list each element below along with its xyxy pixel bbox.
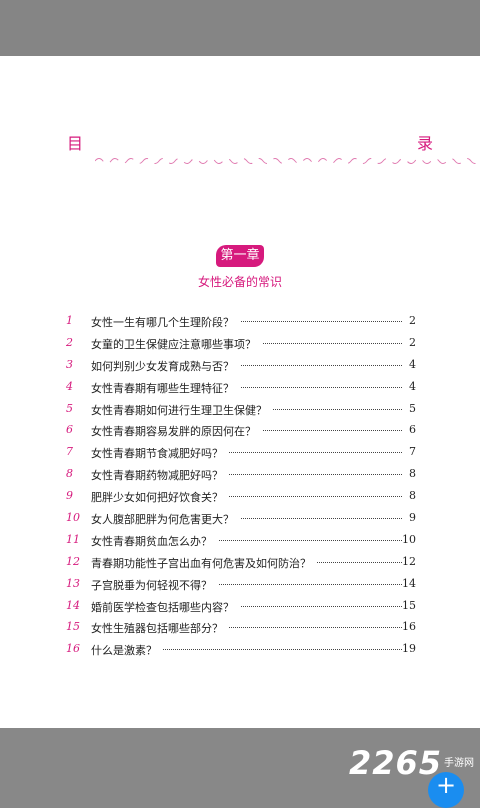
toc-entry-page: 4 — [409, 357, 416, 371]
toc-entry-number: 9 — [66, 489, 73, 503]
toc-entry-title: 女性青春期药物减肥好吗？ — [91, 467, 229, 484]
toc-entry-number: 7 — [66, 445, 73, 459]
toc-entry-title: 子宫脱垂为何轻视不得？ — [91, 576, 218, 593]
toc-entry-page: 7 — [409, 445, 416, 459]
toc-entry[interactable]: 8 女性青春期药物减肥好吗？ 8 — [66, 465, 416, 487]
toc-entry-title: 女性青春期如何进行生理卫生保健？ — [91, 401, 273, 418]
toc-entry-number: 10 — [66, 511, 80, 525]
toc-entry-number: 13 — [66, 576, 80, 590]
toc-entry-page: 2 — [409, 335, 416, 349]
toc-entry-number: 1 — [66, 314, 73, 327]
toc-entry-title: 女性青春期贫血怎么办？ — [91, 532, 218, 549]
toc-entry-number: 12 — [66, 554, 80, 568]
toc-entry-title: 女性生殖器包括哪些部分？ — [91, 620, 229, 637]
toc-entry-page: 9 — [409, 511, 416, 525]
toc-entry-number: 8 — [66, 467, 73, 481]
chapter-badge: 第一章 — [216, 245, 264, 267]
toc-entry-title: 女人腹部肥胖为何危害更大？ — [91, 511, 240, 528]
toc-entry[interactable]: 14 婚前医学检查包括哪些内容？ 15 — [66, 597, 416, 619]
chapter-subtitle: 女性必备的常识 — [197, 275, 282, 289]
toc-entry-page: 14 — [402, 576, 416, 590]
toc-entry-number: 14 — [66, 598, 80, 612]
toc-entry[interactable]: 6 女性青春期容易发胖的原因何在？ 6 — [66, 421, 416, 443]
plus-icon: + — [435, 771, 457, 799]
toc-entry-title: 肥胖少女如何把好饮食关？ — [91, 489, 229, 506]
book-page: 目 录 第一章 女性必备的常识 1 女性一生有哪几个生理阶段？ 2 2 女童的卫生保健应… — [0, 56, 480, 747]
toc-entry-page: 2 — [409, 314, 416, 327]
toc-heading: 目 录 — [67, 130, 433, 154]
toc-entry-title: 女性一生有哪几个生理阶段？ — [91, 314, 240, 330]
toc-entry-number: 16 — [66, 642, 80, 656]
toc-entry-number: 4 — [66, 379, 73, 393]
toc-list: 1 女性一生有哪几个生理阶段？ 2 2 女童的卫生保健应注意哪些事项？ 2 3 如何判别少女发… — [66, 312, 416, 662]
toc-entry[interactable]: 11 女性青春期贫血怎么办？ 10 — [66, 531, 416, 553]
toc-entry-number: 6 — [66, 423, 73, 437]
toc-entry-title: 女性青春期有哪些生理特征？ — [91, 379, 240, 396]
toc-entry[interactable]: 10 女人腹部肥胖为何危害更大？ 9 — [66, 509, 416, 531]
toc-entry[interactable]: 3 如何判别少女发育成熟与否？ 4 — [66, 356, 416, 378]
chapter-badge-label: 第一章 — [220, 248, 260, 263]
toc-entry-title: 如何判别少女发育成熟与否？ — [91, 357, 240, 374]
toc-entry[interactable]: 4 女性青春期有哪些生理特征？ 4 — [66, 378, 416, 400]
toc-entry-number: 11 — [66, 532, 80, 546]
toc-entry[interactable]: 13 子宫脱垂为何轻视不得？ 14 — [66, 575, 416, 597]
toc-entry-page: 5 — [409, 401, 416, 415]
toc-entry[interactable]: 12 青春期功能性子宫出血有何危害及如何防治？ 12 — [66, 553, 416, 575]
toc-entry-page: 15 — [402, 598, 416, 612]
toc-entry-title: 女童的卫生保健应注意哪些事项？ — [91, 335, 262, 352]
toc-entry-page: 6 — [409, 423, 416, 437]
toc-entry-page: 4 — [409, 379, 416, 393]
toc-entry[interactable]: 15 女性生殖器包括哪些部分？ 16 — [66, 618, 416, 640]
add-button[interactable]: + — [428, 772, 464, 808]
toc-entry-title: 青春期功能性子宫出血有何危害及如何防治？ — [91, 554, 317, 571]
toc-entry-page: 8 — [409, 467, 416, 481]
toc-entry-page: 10 — [402, 532, 416, 546]
toc-entry[interactable]: 1 女性一生有哪几个生理阶段？ 2 — [66, 312, 416, 334]
toc-entry-page: 19 — [402, 642, 416, 656]
heading-left-char: 目 — [67, 134, 84, 153]
heading-right-char: 录 — [416, 134, 433, 153]
toc-entry-title: 女性青春期容易发胖的原因何在？ — [91, 423, 262, 440]
toc-entry-number: 3 — [66, 357, 73, 371]
decorative-wave-divider — [95, 158, 480, 164]
toc-entry-title: 什么是激素？ — [91, 642, 163, 659]
toc-entry[interactable]: 2 女童的卫生保健应注意哪些事项？ 2 — [66, 334, 416, 356]
toc-entry-number: 15 — [66, 620, 80, 634]
toc-entry-number: 5 — [66, 401, 73, 415]
toc-entry[interactable]: 16 什么是激素？ 19 — [66, 640, 416, 662]
toc-entry[interactable]: 5 女性青春期如何进行生理卫生保健？ 5 — [66, 400, 416, 422]
top-bar — [0, 0, 480, 56]
watermark-suffix: 手游网 — [444, 758, 474, 769]
toc-entry-title: 女性青春期节食减肥好吗？ — [91, 445, 229, 462]
toc-entry[interactable]: 9 肥胖少女如何把好饮食关？ 8 — [66, 487, 416, 509]
toc-entry-page: 8 — [409, 489, 416, 503]
toc-entry-page: 16 — [402, 620, 416, 634]
toc-entry-page: 12 — [402, 554, 416, 568]
toc-entry[interactable]: 7 女性青春期节食减肥好吗？ 7 — [66, 443, 416, 465]
toc-entry-title: 婚前医学检查包括哪些内容？ — [91, 598, 240, 615]
toc-entry-number: 2 — [66, 335, 73, 349]
